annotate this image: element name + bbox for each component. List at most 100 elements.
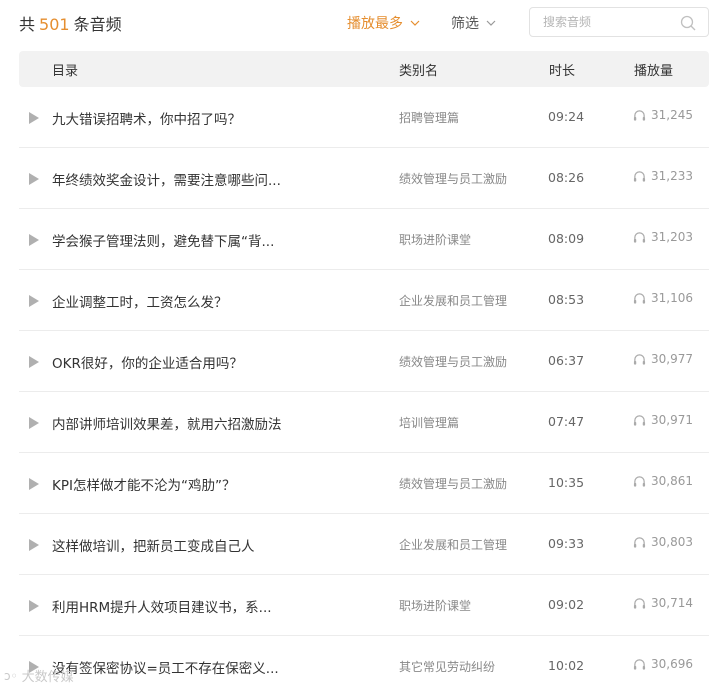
headphones-icon <box>633 353 646 365</box>
search-input[interactable] <box>530 8 670 36</box>
plays-count: 31,106 <box>651 291 693 305</box>
play-icon[interactable] <box>28 416 40 430</box>
audio-duration: 10:35 <box>548 475 585 490</box>
table-row[interactable]: 这样做培训，把新员工变成自己人 企业发展和员工管理 09:33 30,803 <box>19 514 709 575</box>
headphones-icon <box>633 475 646 487</box>
headphones-icon <box>633 231 646 243</box>
plays-count: 30,971 <box>651 413 693 427</box>
filter-label: 筛选 <box>451 16 479 32</box>
audio-title[interactable]: 学会猴子管理法则，避免替下属“背... <box>52 230 274 250</box>
audio-plays: 31,245 <box>633 108 693 122</box>
audio-list: 九大错误招聘术，你中招了吗？ 招聘管理篇 09:24 31,245 年终绩效奖金… <box>19 87 709 690</box>
headphones-icon <box>633 109 646 121</box>
play-icon[interactable] <box>28 477 40 491</box>
plays-count: 30,696 <box>651 657 693 671</box>
audio-category: 其它常见劳动纠纷 <box>399 660 496 674</box>
audio-title[interactable]: 这样做培训，把新员工变成自己人 <box>52 535 255 555</box>
table-row[interactable]: 利用HRM提升人效项目建议书，系... 职场进阶课堂 09:02 30,714 <box>19 575 709 636</box>
audio-duration: 09:33 <box>548 536 585 551</box>
plays-count: 31,245 <box>651 108 693 122</box>
plays-count: 30,861 <box>651 474 693 488</box>
table-row[interactable]: 没有签保密协议=员工不存在保密义... 其它常见劳动纠纷 10:02 30,69… <box>19 636 709 690</box>
column-plays[interactable]: 播放量 <box>634 60 673 79</box>
audio-category: 绩效管理与员工激励 <box>399 477 508 491</box>
table-row[interactable]: 学会猴子管理法则，避免替下属“背... 职场进阶课堂 08:09 31,203 <box>19 209 709 270</box>
audio-title[interactable]: 企业调整工时，工资怎么发？ <box>52 291 228 311</box>
headphones-icon <box>633 658 646 670</box>
table-row[interactable]: OKR很好，你的企业适合用吗？ 绩效管理与员工激励 06:37 30,977 <box>19 331 709 392</box>
count-value: 501 <box>39 15 70 34</box>
search-box <box>529 7 709 37</box>
audio-plays: 30,977 <box>633 352 693 366</box>
watermark: ↄ◦ 大数传媒 <box>4 666 74 686</box>
sort-dropdown[interactable]: 播放最多 <box>347 13 421 33</box>
audio-plays: 30,971 <box>633 413 693 427</box>
audio-category: 企业发展和员工管理 <box>399 538 508 552</box>
audio-duration: 09:02 <box>548 597 585 612</box>
audio-duration: 09:24 <box>548 109 585 124</box>
plays-count: 30,977 <box>651 352 693 366</box>
table-row[interactable]: 年终绩效奖金设计，需要注意哪些问... 绩效管理与员工激励 08:26 31,2… <box>19 148 709 209</box>
audio-title[interactable]: 九大错误招聘术，你中招了吗？ <box>52 108 241 128</box>
play-icon[interactable] <box>28 233 40 247</box>
search-icon[interactable] <box>680 15 696 31</box>
headphones-icon <box>633 170 646 182</box>
top-bar: 共 501 条音频 播放最多 筛选 <box>0 0 722 46</box>
headphones-icon <box>633 292 646 304</box>
audio-plays: 30,861 <box>633 474 693 488</box>
audio-duration: 07:47 <box>548 414 585 429</box>
audio-duration: 06:37 <box>548 353 585 368</box>
plays-count: 30,803 <box>651 535 693 549</box>
chevron-down-icon <box>486 20 496 26</box>
audio-duration: 10:02 <box>548 658 585 673</box>
count-suffix: 条音频 <box>73 15 122 34</box>
play-icon[interactable] <box>28 172 40 186</box>
headphones-icon <box>633 536 646 548</box>
audio-plays: 30,696 <box>633 657 693 671</box>
audio-title[interactable]: 没有签保密协议=员工不存在保密义... <box>52 657 279 677</box>
audio-category: 职场进阶课堂 <box>399 599 472 613</box>
audio-duration: 08:09 <box>548 231 585 246</box>
column-category: 类别名 <box>399 64 439 79</box>
chevron-down-icon <box>410 20 420 26</box>
audio-title[interactable]: 内部讲师培训效果差，就用六招激励法 <box>52 413 282 433</box>
audio-plays: 31,203 <box>633 230 693 244</box>
audio-count: 共 501 条音频 <box>19 11 122 35</box>
audio-plays: 30,714 <box>633 596 693 610</box>
play-icon[interactable] <box>28 599 40 613</box>
watermark-text: 大数传媒 <box>21 670 74 685</box>
table-header: 目录 类别名 时长 播放量 <box>19 51 709 87</box>
filter-dropdown[interactable]: 筛选 <box>451 13 497 33</box>
audio-plays: 30,803 <box>633 535 693 549</box>
headphones-icon <box>633 414 646 426</box>
play-icon[interactable] <box>28 538 40 552</box>
audio-plays: 31,106 <box>633 291 693 305</box>
plays-count: 31,203 <box>651 230 693 244</box>
table-row[interactable]: 九大错误招聘术，你中招了吗？ 招聘管理篇 09:24 31,245 <box>19 87 709 148</box>
column-title: 目录 <box>52 64 79 79</box>
headphones-icon <box>633 597 646 609</box>
play-icon[interactable] <box>28 294 40 308</box>
play-icon[interactable] <box>28 111 40 125</box>
audio-title[interactable]: 年终绩效奖金设计，需要注意哪些问... <box>52 169 281 189</box>
audio-category: 培训管理篇 <box>399 416 460 430</box>
audio-category: 职场进阶课堂 <box>399 233 472 247</box>
column-duration: 时长 <box>549 64 576 79</box>
audio-title[interactable]: OKR很好，你的企业适合用吗？ <box>52 352 243 372</box>
audio-category: 绩效管理与员工激励 <box>399 355 508 369</box>
audio-category: 企业发展和员工管理 <box>399 294 508 308</box>
sort-label: 播放最多 <box>347 16 403 32</box>
table-row[interactable]: KPI怎样做才能不沦为“鸡肋”？ 绩效管理与员工激励 10:35 30,861 <box>19 453 709 514</box>
table-row[interactable]: 内部讲师培训效果差，就用六招激励法 培训管理篇 07:47 30,971 <box>19 392 709 453</box>
play-icon[interactable] <box>28 355 40 369</box>
audio-duration: 08:26 <box>548 170 585 185</box>
audio-category: 绩效管理与员工激励 <box>399 172 508 186</box>
audio-plays: 31,233 <box>633 169 693 183</box>
audio-category: 招聘管理篇 <box>399 111 460 125</box>
audio-title[interactable]: KPI怎样做才能不沦为“鸡肋”？ <box>52 474 235 494</box>
audio-duration: 08:53 <box>548 292 585 307</box>
table-row[interactable]: 企业调整工时，工资怎么发？ 企业发展和员工管理 08:53 31,106 <box>19 270 709 331</box>
count-prefix: 共 <box>19 15 36 34</box>
audio-title[interactable]: 利用HRM提升人效项目建议书，系... <box>52 596 272 616</box>
plays-count: 30,714 <box>651 596 693 610</box>
